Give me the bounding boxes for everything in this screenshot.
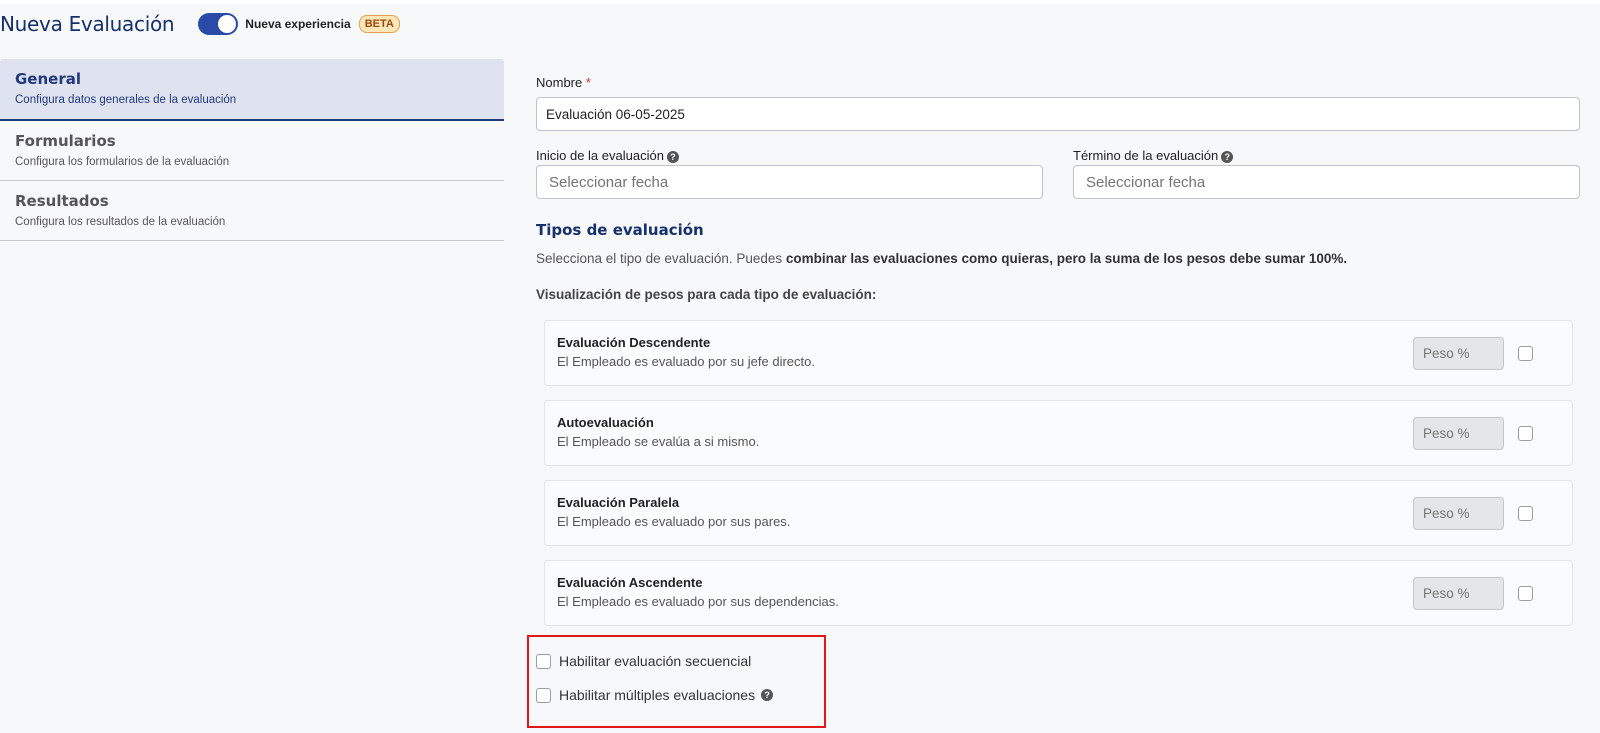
sidebar-item-resultados[interactable]: Resultados Configura los resultados de l…: [0, 181, 504, 241]
intro-text: Selecciona el tipo de evaluación. Puedes: [536, 251, 786, 266]
name-label-text: Nombre: [536, 75, 583, 90]
end-date-input[interactable]: [1073, 165, 1580, 199]
multiple-label: Habilitar múltiples evaluaciones: [559, 687, 756, 703]
sidebar-item-desc: Configura los resultados de la evaluació…: [15, 216, 226, 228]
card-checkbox[interactable]: [1518, 586, 1533, 601]
end-date-label: Término de la evaluación?: [1073, 148, 1234, 163]
card-title: Evaluación Paralela: [557, 495, 680, 510]
sidebar-item-title: Resultados: [15, 192, 109, 210]
card-title: Evaluación Ascendente: [557, 575, 703, 590]
toggle-knob: [218, 15, 237, 33]
weights-title: Visualización de pesos para cada tipo de…: [536, 287, 877, 302]
card-evaluacion-descendente: Evaluación Descendente El Empleado es ev…: [544, 320, 1573, 386]
highlight-box: [527, 635, 826, 728]
weight-input[interactable]: [1413, 577, 1504, 610]
sidebar: General Configura datos generales de la …: [0, 59, 504, 241]
card-autoevaluacion: Autoevaluación El Empleado se evalúa a s…: [544, 400, 1573, 466]
sequential-evaluation-option[interactable]: Habilitar evaluación secuencial: [536, 653, 751, 669]
name-label: Nombre *: [536, 75, 591, 90]
card-desc: El Empleado es evaluado por sus pares.: [557, 514, 791, 529]
help-icon[interactable]: ?: [666, 150, 679, 163]
sidebar-item-title: Formularios: [15, 132, 116, 150]
intro-bold-text: combinar las evaluaciones como quieras, …: [785, 251, 1348, 266]
sidebar-item-title: General: [15, 70, 81, 88]
start-date-label-text: Inicio de la evaluación: [536, 148, 664, 163]
card-checkbox[interactable]: [1518, 426, 1533, 441]
sidebar-item-formularios[interactable]: Formularios Configura los formularios de…: [0, 121, 504, 181]
card-desc: El Empleado es evaluado por su jefe dire…: [557, 354, 815, 369]
card-desc: El Empleado se evalúa a si mismo.: [557, 434, 760, 449]
types-intro: Selecciona el tipo de evaluación. Puedes…: [536, 251, 1347, 266]
name-input[interactable]: [536, 97, 1580, 131]
required-mark: *: [585, 75, 591, 90]
beta-badge: BETA: [358, 15, 400, 33]
card-evaluacion-paralela: Evaluación Paralela El Empleado es evalu…: [544, 480, 1573, 546]
card-checkbox[interactable]: [1518, 346, 1533, 361]
card-checkbox[interactable]: [1518, 506, 1533, 521]
new-experience-toggle[interactable]: [198, 13, 239, 35]
sequential-label: Habilitar evaluación secuencial: [559, 653, 752, 669]
sidebar-item-general[interactable]: General Configura datos generales de la …: [0, 59, 504, 121]
card-desc: El Empleado es evaluado por sus dependen…: [557, 594, 839, 609]
page-header: Nueva Evaluación Nueva experiencia BETA: [0, 8, 400, 40]
start-date-label: Inicio de la evaluación?: [536, 148, 679, 163]
help-icon[interactable]: ?: [1221, 150, 1234, 163]
sidebar-item-desc: Configura los formularios de la evaluaci…: [15, 156, 230, 168]
sidebar-item-desc: Configura datos generales de la evaluaci…: [15, 94, 237, 106]
weight-input[interactable]: [1413, 497, 1504, 530]
end-date-label-text: Término de la evaluación: [1073, 148, 1219, 163]
help-icon[interactable]: ?: [761, 689, 774, 701]
multiple-checkbox[interactable]: [536, 687, 551, 703]
start-date-input[interactable]: [536, 165, 1043, 199]
main-form: Nombre * Inicio de la evaluación? Términ…: [536, 0, 1580, 733]
weight-input[interactable]: [1413, 337, 1504, 370]
multiple-evaluations-option[interactable]: Habilitar múltiples evaluaciones ?: [536, 687, 774, 703]
section-title: Tipos de evaluación: [536, 221, 704, 239]
card-evaluacion-ascendente: Evaluación Ascendente El Empleado es eva…: [544, 560, 1573, 626]
weight-input[interactable]: [1413, 417, 1504, 450]
sequential-checkbox[interactable]: [536, 653, 551, 669]
page-title: Nueva Evaluación: [0, 12, 175, 36]
toggle-label: Nueva experiencia: [245, 17, 351, 31]
card-title: Evaluación Descendente: [557, 335, 711, 350]
card-title: Autoevaluación: [557, 415, 654, 430]
